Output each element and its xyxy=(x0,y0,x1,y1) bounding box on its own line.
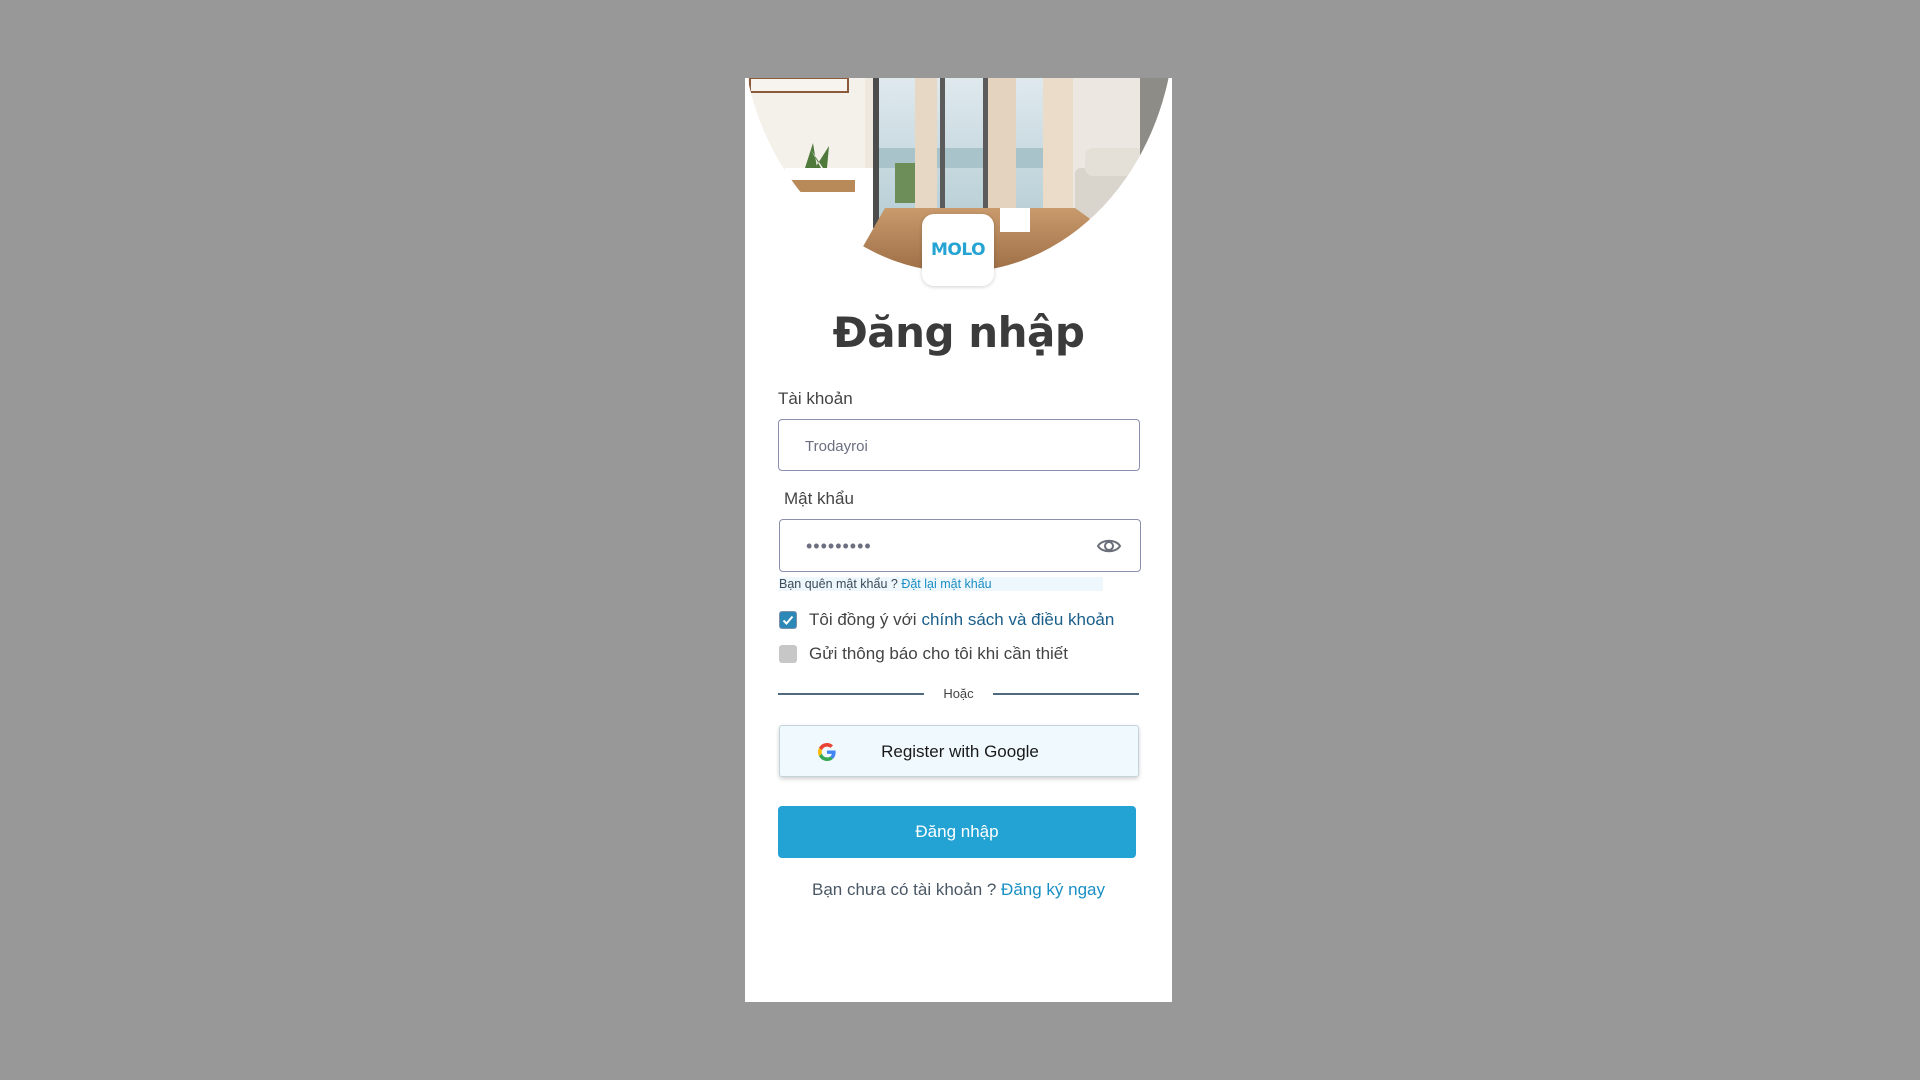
account-input[interactable] xyxy=(803,420,1137,472)
password-input[interactable] xyxy=(804,520,1088,573)
notify-row: Gửi thông báo cho tôi khi cần thiết xyxy=(779,644,1068,664)
password-field[interactable] xyxy=(779,519,1141,573)
signup-row: Bạn chưa có tài khoản ? Đăng ký ngay xyxy=(745,880,1172,900)
signup-text: Bạn chưa có tài khoản ? xyxy=(811,880,1002,899)
password-label: Mật khẩu xyxy=(784,489,854,508)
forgot-password-row: Bạn quên mật khẩu ? Đặt lại mật khẩu xyxy=(779,577,1103,591)
reset-password-link[interactable]: Đặt lại mật khẩu xyxy=(901,577,991,591)
login-button[interactable]: Đăng nhập xyxy=(778,806,1136,858)
notify-text: Gửi thông báo cho tôi khi cần thiết xyxy=(809,644,1068,663)
login-screen: MOLO Đăng nhập Tài khoản Mật khẩu Bạn qu… xyxy=(745,78,1172,1002)
divider-right xyxy=(993,693,1139,695)
forgot-password-text: Bạn quên mật khẩu ? xyxy=(779,577,902,591)
agree-text: Tôi đồng ý với xyxy=(809,610,917,629)
account-field[interactable] xyxy=(778,419,1140,472)
page-title: Đăng nhập xyxy=(832,308,1085,357)
agree-checkbox[interactable] xyxy=(779,611,797,629)
google-button-label: Register with Google xyxy=(881,742,1039,761)
eye-icon[interactable] xyxy=(1096,533,1122,564)
policy-link[interactable]: chính sách và điều khoản xyxy=(922,610,1115,630)
account-label: Tài khoản xyxy=(778,389,853,408)
logo-text: MOLO xyxy=(930,240,986,260)
notify-checkbox[interactable] xyxy=(779,645,797,663)
signup-link[interactable]: Đăng ký ngay xyxy=(1001,880,1105,899)
app-logo: MOLO xyxy=(922,214,994,286)
check-icon xyxy=(782,615,794,625)
google-register-button[interactable]: Register with Google xyxy=(779,725,1139,777)
agree-row: Tôi đồng ý với chính sách và điều khoản xyxy=(779,610,1114,630)
